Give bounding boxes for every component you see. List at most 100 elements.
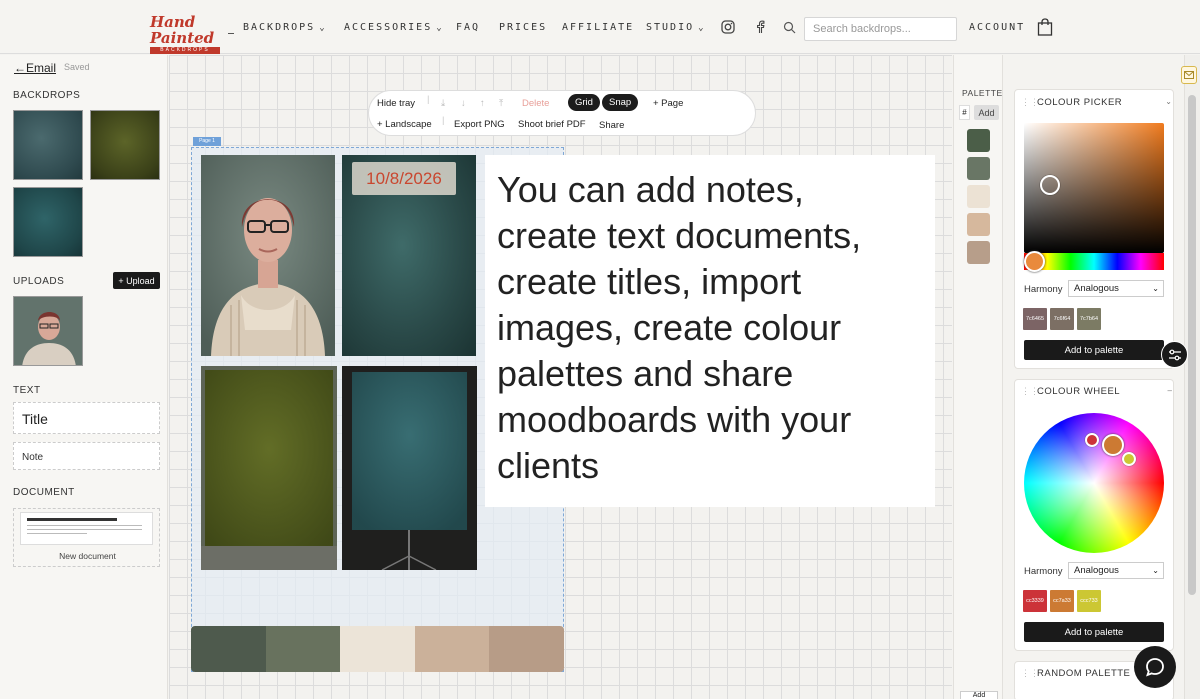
search-icon[interactable] — [781, 19, 797, 35]
nav-prices[interactable]: PRICES — [499, 22, 547, 33]
page-scrollbar[interactable] — [1184, 55, 1200, 699]
toolbar-tray: Hide tray | ⤓ ↓ ↑ ⤒ Delete Grid Snap + P… — [368, 90, 756, 136]
move-bottom-icon[interactable]: ⤓ — [441, 98, 445, 109]
colour-picker-title[interactable]: ⋮⋮ COLOUR PICKER — [1021, 97, 1122, 108]
hide-tray-button[interactable]: Hide tray — [377, 98, 415, 109]
picker-handle[interactable] — [1040, 175, 1060, 195]
document-section-label: DOCUMENT — [13, 487, 75, 498]
snap-toggle[interactable]: Snap — [602, 94, 639, 111]
share-button[interactable]: Share — [599, 120, 624, 131]
strip-swatch[interactable] — [265, 626, 341, 672]
wheel-handle-main[interactable] — [1102, 434, 1124, 456]
grid-toggle[interactable]: Grid — [568, 94, 600, 111]
shoot-brief-pdf-button[interactable]: Shoot brief PDF — [518, 119, 586, 130]
backdrop-thumb[interactable] — [13, 187, 83, 257]
bag-icon[interactable] — [1037, 18, 1053, 36]
export-png-button[interactable]: Export PNG — [454, 119, 505, 130]
hue-slider[interactable] — [1024, 253, 1164, 270]
palette-swatch[interactable] — [967, 157, 990, 180]
harmony-label: Harmony — [1024, 284, 1063, 295]
drag-handle-icon[interactable]: ⋮⋮ — [1021, 386, 1039, 397]
chevron-down-icon: ⌄ — [436, 23, 442, 33]
colour-wheel-title[interactable]: ⋮⋮ COLOUR WHEEL — [1021, 386, 1120, 397]
note-text-item[interactable]: Note — [13, 442, 160, 470]
chevron-down-icon: ⌄ — [698, 23, 704, 33]
palette-strip[interactable] — [191, 626, 564, 672]
strip-swatch[interactable] — [191, 626, 266, 672]
nav-accessories[interactable]: ACCESSORIES ⌄ — [344, 22, 442, 33]
nav-studio[interactable]: STUDIO ⌄ — [646, 22, 704, 33]
chat-icon[interactable] — [1134, 646, 1176, 688]
moodboard-canvas[interactable]: Hide tray | ⤓ ↓ ↑ ⤒ Delete Grid Snap + P… — [169, 55, 952, 699]
new-document-item[interactable]: New document — [13, 508, 160, 567]
instagram-icon[interactable] — [720, 19, 736, 35]
date-label[interactable]: 10/8/2026 — [352, 162, 456, 195]
brand-logo[interactable]: Hand Painted BACKDROPS — [150, 14, 226, 54]
add-swatch-button[interactable]: Add — [974, 105, 999, 120]
palette-swatch[interactable] — [967, 185, 990, 208]
harmony-swatch[interactable]: 7c6f64 — [1050, 308, 1074, 330]
move-top-icon[interactable]: ⤒ — [499, 98, 503, 109]
add-to-palette-button[interactable]: Add to palette — [1024, 622, 1164, 642]
portrait-photo[interactable] — [201, 155, 335, 356]
drag-handle-icon[interactable]: ⋮⋮ — [1021, 668, 1039, 679]
move-down-icon[interactable]: ↓ — [461, 98, 466, 109]
harmony-swatch[interactable]: ccc733 — [1077, 590, 1101, 612]
filter-icon[interactable] — [1161, 341, 1188, 368]
move-up-icon[interactable]: ↑ — [480, 98, 485, 109]
delete-button[interactable]: Delete — [522, 98, 549, 109]
tray-divider: | — [442, 115, 445, 126]
search-input[interactable] — [804, 17, 957, 41]
left-sidebar: ←Email Saved BACKDROPS UPLOADS + Upload … — [0, 55, 168, 699]
backdrop-photo[interactable] — [201, 366, 337, 570]
scroll-thumb[interactable] — [1188, 95, 1196, 595]
add-page-button[interactable]: + Page — [653, 98, 683, 109]
landscape-button[interactable]: + Landscape — [377, 119, 432, 130]
note-text[interactable]: You can add notes, create text documents… — [497, 167, 927, 489]
hue-handle[interactable] — [1023, 251, 1045, 272]
mail-icon[interactable] — [1181, 66, 1197, 84]
facebook-icon[interactable] — [752, 19, 768, 35]
nav-faq[interactable]: FAQ — [456, 22, 480, 33]
saved-status: Saved — [64, 62, 90, 72]
title-text-item[interactable]: Title — [13, 402, 160, 434]
palette-swatch[interactable] — [967, 129, 990, 152]
right-panel: ⋮⋮ COLOUR PICKER ⌄ Harmony Analogous ⌄ 7c6… — [1004, 55, 1180, 699]
harmony-select[interactable]: Analogous ⌄ — [1068, 562, 1164, 579]
harmony-swatch[interactable]: 7c7b64 — [1077, 308, 1101, 330]
chevron-down-icon: ⌄ — [1152, 284, 1159, 293]
harmony-swatch[interactable]: cc7a33 — [1050, 590, 1074, 612]
palette-add-bottom[interactable]: Add — [960, 691, 998, 699]
palette-column: PALETTE # Add Add — [953, 55, 1003, 699]
backdrop-thumb[interactable] — [90, 110, 160, 180]
collapse-chevron-icon[interactable]: ⌄ — [1165, 97, 1172, 106]
backdrops-section-label: BACKDROPS — [13, 90, 81, 101]
strip-swatch[interactable] — [340, 626, 415, 672]
harmony-swatch[interactable]: 7c6465 — [1023, 308, 1047, 330]
upload-button[interactable]: + Upload — [113, 272, 160, 289]
wheel-handle[interactable] — [1122, 452, 1136, 466]
upload-thumb[interactable] — [13, 296, 83, 366]
palette-swatch[interactable] — [967, 241, 990, 264]
collapse-chevron-icon[interactable]: – — [1168, 386, 1172, 395]
drag-handle-icon[interactable]: ⋮⋮ — [1021, 97, 1039, 108]
harmony-select[interactable]: Analogous ⌄ — [1068, 280, 1164, 297]
nav-affiliate[interactable]: AFFILIATE — [562, 22, 634, 33]
back-to-email-link[interactable]: ←Email — [14, 61, 56, 75]
backdrop-photo[interactable] — [342, 366, 477, 570]
harmony-swatch[interactable]: cc3339 — [1023, 590, 1047, 612]
logo-script: Hand Painted — [150, 13, 215, 47]
palette-swatch[interactable] — [967, 213, 990, 236]
account-link[interactable]: ACCOUNT — [969, 22, 1025, 33]
page-tag[interactable]: Page 1 — [193, 137, 221, 146]
add-to-palette-button[interactable]: Add to palette — [1024, 340, 1164, 360]
uploads-section-label: UPLOADS — [13, 276, 65, 287]
random-palette-title[interactable]: ⋮⋮ RANDOM PALETTE — [1021, 668, 1130, 679]
site-header: Hand Painted BACKDROPS BACKDROPS ⌄ ACCESS… — [0, 0, 1200, 54]
backdrop-thumb[interactable] — [13, 110, 83, 180]
hex-input-button[interactable]: # — [959, 105, 970, 120]
nav-backdrops[interactable]: BACKDROPS ⌄ — [243, 22, 325, 33]
wheel-handle[interactable] — [1085, 433, 1099, 447]
strip-swatch[interactable] — [414, 626, 490, 672]
strip-swatch[interactable] — [489, 626, 564, 672]
